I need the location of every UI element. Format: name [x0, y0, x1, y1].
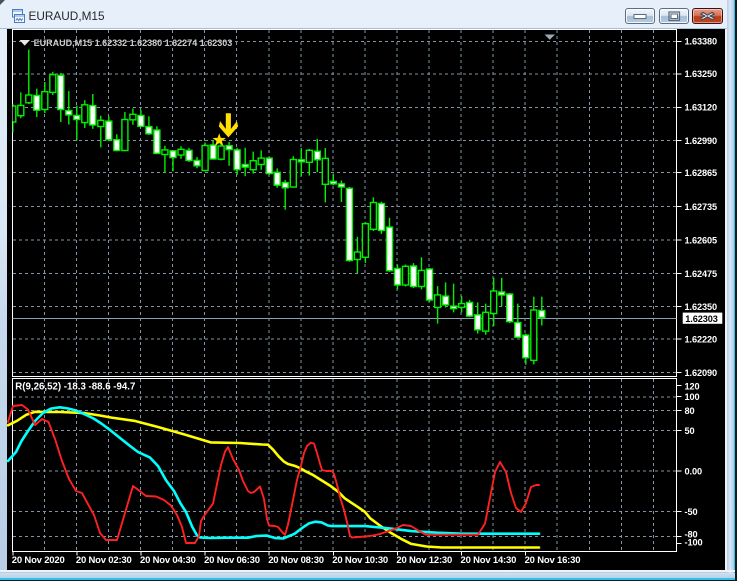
svg-text:-50: -50 — [685, 507, 698, 517]
svg-text:1.62605: 1.62605 — [685, 235, 718, 245]
svg-text:20 Nov 04:30: 20 Nov 04:30 — [140, 555, 196, 566]
svg-text:20 Nov 10:30: 20 Nov 10:30 — [332, 555, 388, 566]
svg-text:1.62303: 1.62303 — [685, 314, 718, 324]
svg-text:50: 50 — [685, 426, 695, 436]
svg-text:20 Nov 2020: 20 Nov 2020 — [12, 555, 65, 566]
svg-text:1.63120: 1.63120 — [685, 103, 718, 113]
svg-text:0.00: 0.00 — [685, 466, 702, 476]
svg-text:1.62090: 1.62090 — [685, 368, 718, 378]
svg-text:20 Nov 06:30: 20 Nov 06:30 — [204, 555, 260, 566]
svg-text:1.62735: 1.62735 — [685, 202, 718, 212]
svg-text:20 Nov 12:30: 20 Nov 12:30 — [396, 555, 452, 566]
svg-text:1.62475: 1.62475 — [685, 269, 718, 279]
svg-text:80: 80 — [685, 406, 695, 416]
svg-text:20 Nov 16:30: 20 Nov 16:30 — [525, 555, 581, 566]
svg-text:R(9,26,52) -18.3 -88.6 -94.7: R(9,26,52) -18.3 -88.6 -94.7 — [15, 382, 135, 393]
svg-text:100: 100 — [685, 392, 700, 402]
svg-text:120: 120 — [685, 381, 700, 391]
svg-text:20 Nov 02:30: 20 Nov 02:30 — [76, 555, 132, 566]
svg-text:20 Nov 08:30: 20 Nov 08:30 — [268, 555, 324, 566]
svg-text:1.62350: 1.62350 — [685, 302, 718, 312]
svg-text:1.63380: 1.63380 — [685, 37, 718, 47]
svg-text:1.62990: 1.62990 — [685, 136, 718, 146]
svg-text:1.62865: 1.62865 — [685, 168, 718, 178]
svg-text:-100: -100 — [685, 538, 703, 548]
svg-text:20 Nov 14:30: 20 Nov 14:30 — [461, 555, 517, 566]
svg-text:1.63250: 1.63250 — [685, 69, 718, 79]
svg-text:EURAUD,M15 1.62332 1.62380 1.6: EURAUD,M15 1.62332 1.62380 1.62274 1.623… — [34, 38, 233, 48]
svg-text:1.62220: 1.62220 — [685, 335, 718, 345]
